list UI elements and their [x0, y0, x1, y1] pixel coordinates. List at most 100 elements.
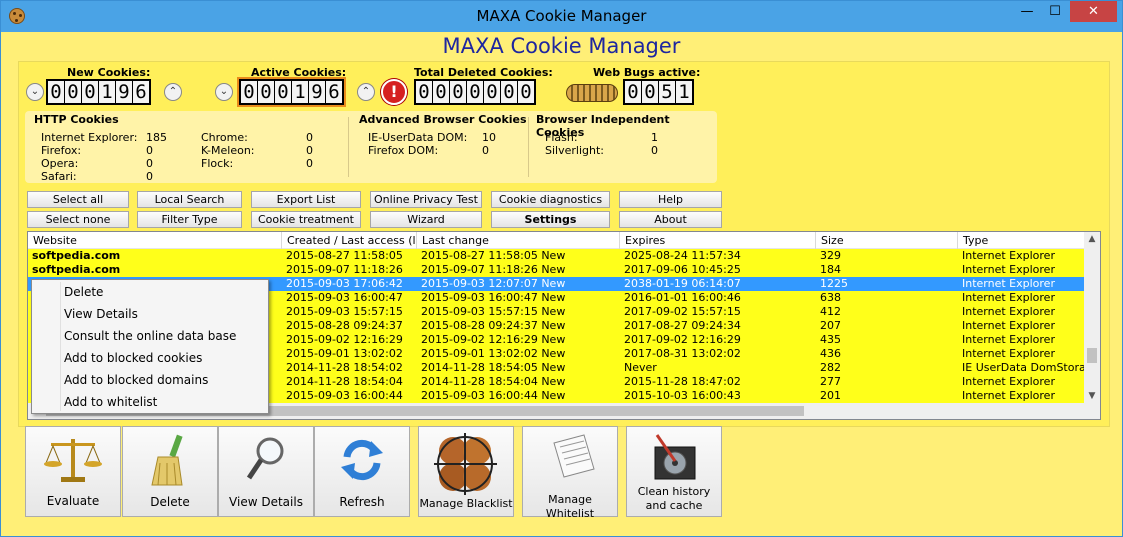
new-cookies-down-button[interactable]: ⌄ [26, 83, 44, 101]
minimize-button[interactable]: — [1014, 1, 1040, 22]
online-privacy-test-button[interactable]: Online Privacy Test [370, 191, 482, 208]
manage-blacklist-button[interactable]: Manage Blacklist [418, 426, 514, 517]
cell-last-change: 2015-09-03 16:00:47 New [421, 291, 566, 304]
cell-type: Internet Explorer [962, 347, 1055, 360]
scroll-down-icon[interactable]: ▼ [1084, 389, 1100, 403]
crosshair-cookies-icon [434, 433, 497, 495]
select-none-button[interactable]: Select none [27, 211, 129, 228]
column-header-created[interactable]: Created / Last access (l... [282, 232, 417, 249]
cell-size: 277 [820, 375, 841, 388]
cell-size: 207 [820, 319, 841, 332]
menu-item-whitelist[interactable]: Add to whitelist [32, 391, 268, 413]
web-bugs-label: Web Bugs active: [593, 66, 701, 79]
stat-value: 0 [651, 144, 658, 157]
export-list-button[interactable]: Export List [251, 191, 361, 208]
new-cookies-label: New Cookies: [67, 66, 151, 79]
table-row[interactable]: softpedia.com 2015-08-27 11:58:05 2015-08-… [28, 249, 1088, 263]
clean-history-button[interactable]: Clean history and cache [626, 426, 722, 517]
local-search-button[interactable]: Local Search [137, 191, 242, 208]
stat-label: IE-UserData DOM: [368, 131, 468, 144]
column-header-size[interactable]: Size [816, 232, 958, 249]
view-details-button[interactable]: View Details [218, 426, 314, 517]
digit: 0 [642, 81, 658, 103]
wizard-button[interactable]: Wizard [370, 211, 482, 228]
total-deleted-counter: 0 0 0 0 0 0 0 [414, 79, 536, 105]
vertical-scrollbar[interactable]: ▲ ▼ [1084, 232, 1100, 403]
cell-created: 2014-11-28 18:54:04 [286, 375, 403, 388]
cell-created: 2015-09-03 16:00:44 [286, 389, 403, 402]
scroll-thumb[interactable] [1087, 348, 1097, 363]
refresh-label: Refresh [339, 495, 385, 509]
digit: 0 [65, 81, 81, 103]
stat-value: 0 [306, 144, 313, 157]
column-header-expires[interactable]: Expires [620, 232, 816, 249]
digit: 0 [241, 81, 257, 103]
digit: 0 [82, 81, 98, 103]
stat-label: Firefox DOM: [368, 144, 439, 157]
cell-website: softpedia.com [32, 263, 121, 276]
delete-button[interactable]: Delete [122, 426, 218, 517]
help-button[interactable]: Help [619, 191, 722, 208]
menu-item-consult-database[interactable]: Consult the online data base [32, 325, 268, 347]
manage-whitelist-button[interactable]: Manage Whitelist [522, 426, 618, 520]
cell-type: Internet Explorer [962, 305, 1055, 318]
new-cookies-up-button[interactable]: ⌃ [164, 83, 182, 101]
stat-value: 0 [306, 131, 313, 144]
cell-created: 2015-08-27 11:58:05 [286, 249, 403, 262]
column-header-last-change[interactable]: Last change [417, 232, 620, 249]
cookie-diagnostics-button[interactable]: Cookie diagnostics [491, 191, 610, 208]
column-header-type[interactable]: Type [958, 232, 1088, 249]
menu-item-block-domains[interactable]: Add to blocked domains [32, 369, 268, 391]
about-button[interactable]: About [619, 211, 722, 228]
active-cookies-up-button[interactable]: ⌃ [357, 83, 375, 101]
cell-website: softpedia.com [32, 249, 121, 262]
cell-type: Internet Explorer [962, 249, 1055, 262]
digit: 6 [326, 81, 342, 103]
cell-type: Internet Explorer [962, 319, 1055, 332]
cell-expires: 2016-01-01 16:00:46 [624, 291, 741, 304]
cell-expires: 2015-10-03 16:00:43 [624, 389, 741, 402]
digit: 0 [48, 81, 64, 103]
close-button[interactable]: ✕ [1070, 1, 1117, 22]
delete-label: Delete [150, 495, 190, 509]
stat-label: Safari: [41, 170, 77, 183]
maximize-button[interactable]: ☐ [1042, 1, 1068, 22]
manage-whitelist-label: Manage Whitelist [545, 493, 595, 520]
column-header-website[interactable]: Website [28, 232, 282, 249]
stat-label: Internet Explorer: [41, 131, 138, 144]
cell-created: 2015-09-02 12:16:29 [286, 333, 403, 346]
digit: 0 [501, 81, 517, 103]
stat-label: Flock: [201, 157, 234, 170]
active-cookies-down-button[interactable]: ⌄ [215, 83, 233, 101]
menu-item-block-cookies[interactable]: Add to blocked cookies [32, 347, 268, 369]
stat-label: Firefox: [41, 144, 82, 157]
stat-label: Flash: [545, 131, 578, 144]
stat-value: 185 [146, 131, 167, 144]
evaluate-button[interactable]: Evaluate [25, 426, 121, 517]
settings-button[interactable]: Settings [491, 211, 610, 228]
digit: 5 [659, 81, 675, 103]
context-menu: Delete View Details Consult the online d… [31, 279, 269, 414]
cell-last-change: 2014-11-28 18:54:04 New [421, 375, 566, 388]
cell-last-change: 2014-11-28 18:54:05 New [421, 361, 566, 374]
digit: 0 [416, 81, 432, 103]
app-window: MAXA Cookie Manager — ☐ ✕ MAXA Cookie Ma… [0, 0, 1123, 537]
cell-last-change: 2015-09-07 11:18:26 New [421, 263, 566, 276]
digit: 6 [133, 81, 149, 103]
view-details-label: View Details [229, 495, 303, 509]
digit: 1 [676, 81, 692, 103]
stat-label: Chrome: [201, 131, 248, 144]
alert-icon[interactable]: ! [381, 79, 407, 105]
manage-blacklist-label: Manage Blacklist [419, 497, 513, 510]
scroll-up-icon[interactable]: ▲ [1084, 232, 1100, 246]
stat-value: 0 [146, 144, 153, 157]
table-row[interactable]: softpedia.com 2015-09-07 11:18:26 2015-09-… [28, 263, 1088, 277]
select-all-button[interactable]: Select all [27, 191, 129, 208]
filter-type-button[interactable]: Filter Type [137, 211, 242, 228]
cookie-treatment-button[interactable]: Cookie treatment [251, 211, 361, 228]
refresh-button[interactable]: Refresh [314, 426, 410, 517]
menu-item-view-details[interactable]: View Details [32, 303, 268, 325]
menu-item-delete[interactable]: Delete [32, 281, 268, 303]
digit: 0 [450, 81, 466, 103]
cell-size: 435 [820, 333, 841, 346]
